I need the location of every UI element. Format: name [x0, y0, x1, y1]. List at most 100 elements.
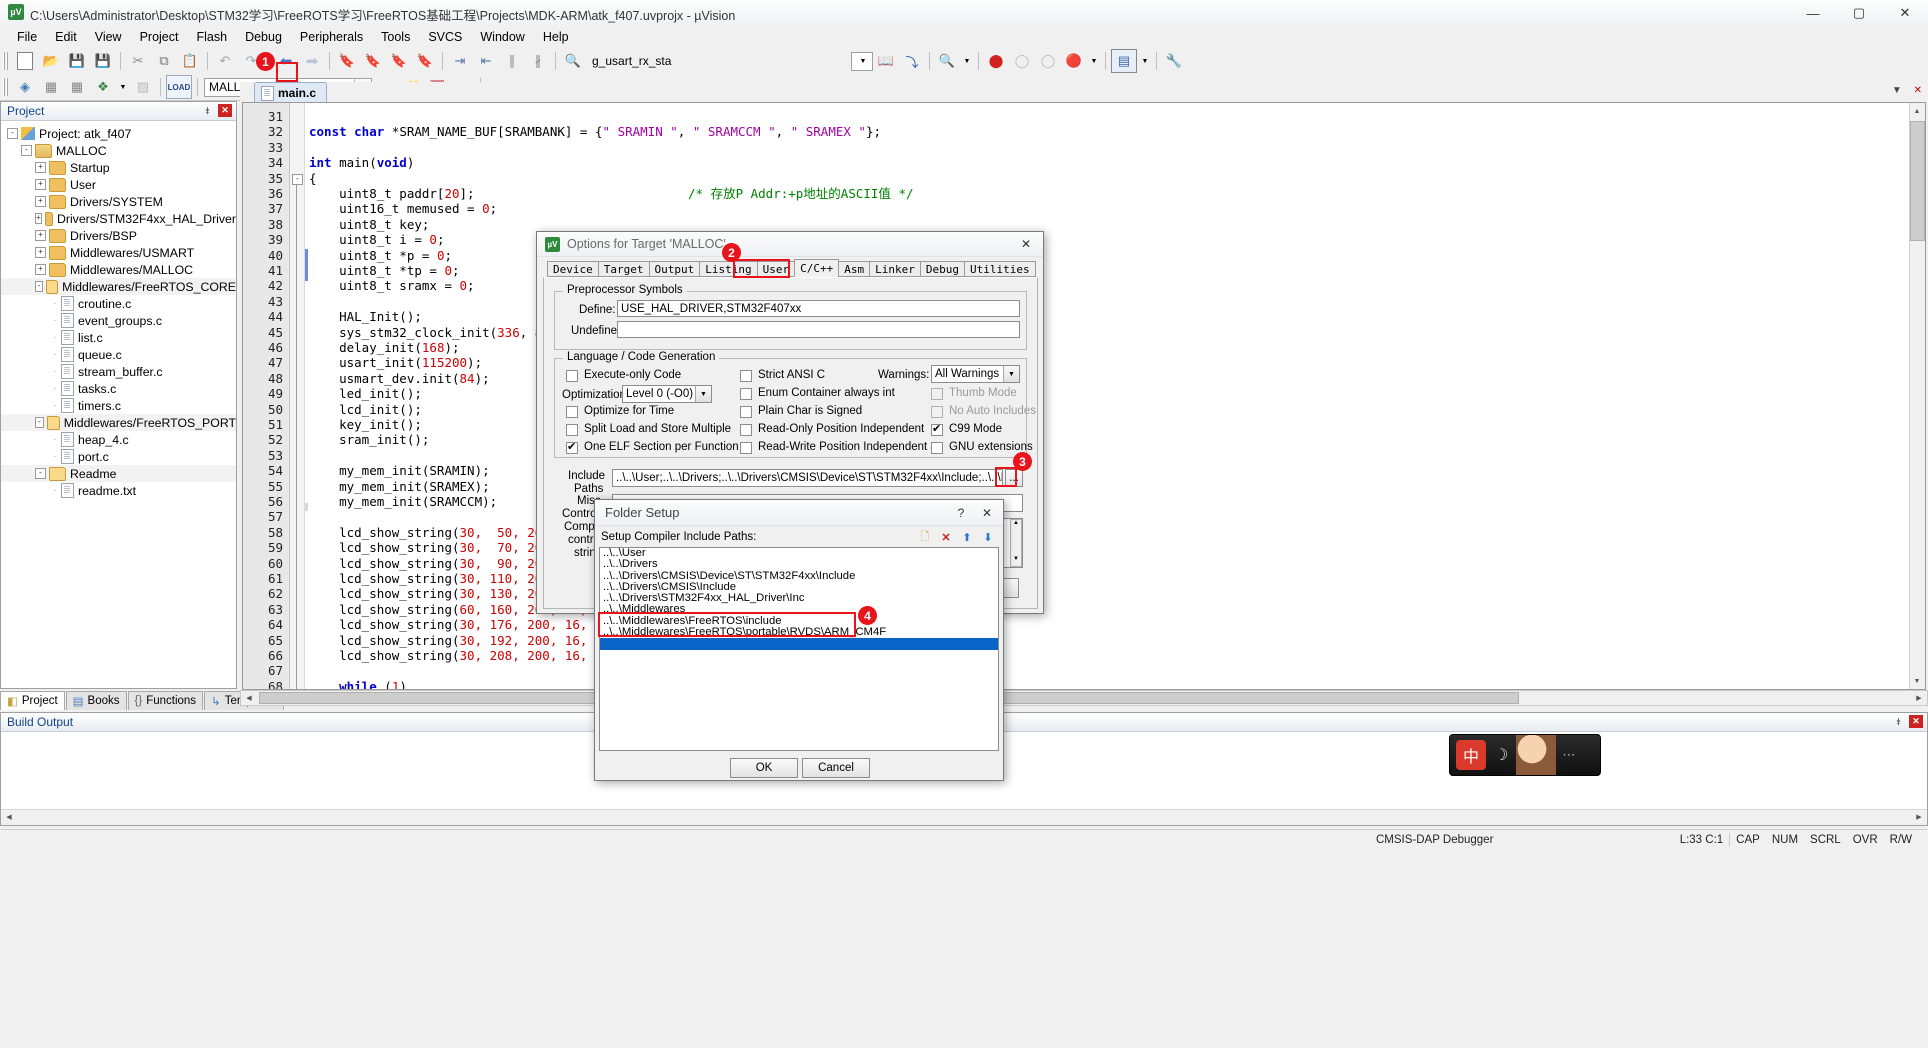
build-scroll-left-icon[interactable]: ◀	[2, 810, 16, 824]
code-line[interactable]: uint8_t *tp = 0;	[309, 263, 460, 278]
stop-build-icon[interactable]: ▨	[131, 76, 155, 98]
tree-item-queue-c[interactable]: ·queue.c	[1, 346, 236, 363]
tab-user[interactable]: User	[757, 261, 796, 277]
collapse-icon[interactable]: -	[35, 281, 43, 292]
scroll-right-icon[interactable]: ▶	[1912, 691, 1926, 705]
comment-icon[interactable]: ∥	[500, 50, 524, 72]
minimize-button[interactable]: —	[1790, 0, 1836, 26]
tab-books[interactable]: ▤ Books	[66, 691, 127, 710]
folder-setup-cancel-button[interactable]: Cancel	[802, 758, 870, 778]
code-line[interactable]: led_init();	[309, 386, 422, 401]
checkbox-thumb-mode[interactable]	[931, 388, 943, 400]
breakpoints-icon[interactable]: 🔴	[1062, 50, 1086, 72]
code-line[interactable]: uint8_t *p = 0;	[309, 248, 452, 263]
window-layout-dropdown-icon[interactable]: ▼	[1139, 50, 1151, 72]
expand-icon[interactable]: +	[35, 213, 42, 224]
checkbox-gnu-extensions[interactable]	[931, 442, 943, 454]
stop-record-icon[interactable]: ◯	[1010, 50, 1034, 72]
code-line[interactable]: const char *SRAM_NAME_BUF[SRAMBANK] = {"…	[309, 124, 881, 139]
menu-file[interactable]: File	[8, 27, 46, 47]
indent-icon[interactable]: ⇥	[448, 50, 472, 72]
code-line[interactable]: my_mem_init(SRAMIN);	[309, 463, 490, 478]
code-line[interactable]: uint8_t i = 0;	[309, 232, 444, 247]
find-in-files-icon[interactable]: 🔍	[561, 50, 585, 72]
code-line[interactable]: usart_init(115200);	[309, 355, 482, 370]
tab-output[interactable]: Output	[649, 261, 701, 277]
define-field[interactable]: USE_HAL_DRIVER,STM32F407xx	[617, 300, 1020, 317]
menu-tools[interactable]: Tools	[372, 27, 419, 47]
save-all-icon[interactable]: 💾	[91, 50, 115, 72]
code-line[interactable]: {	[309, 171, 317, 186]
tree-item-tasks-c[interactable]: ·tasks.c	[1, 380, 236, 397]
tree-item-middlewares-freertos-port[interactable]: -Middlewares/FreeRTOS_PORT	[1, 414, 236, 431]
bookmark-toggle-icon[interactable]: 🔖	[335, 50, 359, 72]
checkbox-execute-only-code[interactable]	[566, 370, 578, 382]
tree-item-middlewares-usmart[interactable]: +Middlewares/USMART	[1, 244, 236, 261]
checkbox-optimize-for-time[interactable]	[566, 406, 578, 418]
paste-icon[interactable]: 📋	[178, 50, 202, 72]
editor-vscroll-thumb[interactable]	[1910, 121, 1925, 241]
scope-combo[interactable]: ▼	[851, 52, 873, 71]
menu-flash[interactable]: Flash	[187, 27, 236, 47]
code-line[interactable]: key_init();	[309, 417, 422, 432]
build-output-hscrollbar[interactable]: ◀ ▶	[1, 809, 1927, 825]
bookmark-clear-icon[interactable]: 🔖	[413, 50, 437, 72]
outdent-icon[interactable]: ⇤	[474, 50, 498, 72]
tree-item-malloc[interactable]: -MALLOC	[1, 142, 236, 159]
step-icon[interactable]: ◯	[1036, 50, 1060, 72]
tree-item-timers-c[interactable]: ·timers.c	[1, 397, 236, 414]
expand-icon[interactable]: +	[35, 230, 46, 241]
build-toolbar-grip[interactable]	[3, 78, 9, 96]
moon-icon[interactable]: ☽	[1494, 745, 1508, 765]
cut-icon[interactable]: ✂	[126, 50, 150, 72]
menu-window[interactable]: Window	[471, 27, 533, 47]
tree-item-drivers-bsp[interactable]: +Drivers/BSP	[1, 227, 236, 244]
tab-c-cpp[interactable]: C/C++	[794, 259, 839, 277]
expand-icon[interactable]: +	[35, 196, 46, 207]
menu-svcs[interactable]: SVCS	[419, 27, 471, 47]
checkbox-enum-container[interactable]	[740, 388, 752, 400]
tab-device[interactable]: Device	[547, 261, 599, 277]
avatar[interactable]	[1516, 735, 1556, 775]
insert-icon[interactable]: ⤵	[900, 50, 924, 72]
batch-build-dropdown-icon[interactable]: ▼	[117, 76, 129, 98]
tree-item-drivers-stm32f4xx-hal-driver[interactable]: +Drivers/STM32F4xx_HAL_Driver	[1, 210, 236, 227]
undefine-field[interactable]	[617, 321, 1020, 338]
move-down-icon[interactable]: ⬇	[979, 528, 997, 546]
tree-item-croutine-c[interactable]: ·croutine.c	[1, 295, 236, 312]
menu-peripherals[interactable]: Peripherals	[291, 27, 372, 47]
tab-functions[interactable]: {} Functions	[128, 691, 204, 710]
compiler-scroll-down-icon[interactable]: ▼	[1011, 556, 1021, 566]
tree-item-middlewares-malloc[interactable]: +Middlewares/MALLOC	[1, 261, 236, 278]
rebuild-icon[interactable]: ▦	[65, 76, 89, 98]
build-output-close-icon[interactable]: ✕	[1909, 715, 1923, 728]
compiler-scroll-up-icon[interactable]: ▲	[1011, 520, 1021, 530]
folder-setup-ok-button[interactable]: OK	[730, 758, 798, 778]
expand-icon[interactable]: +	[35, 162, 46, 173]
options-dialog-close-button[interactable]: ✕	[1013, 235, 1039, 253]
optimization-select[interactable]: Level 0 (-O0) ▼	[622, 385, 712, 403]
menu-project[interactable]: Project	[131, 27, 188, 47]
warnings-select[interactable]: All Warnings ▼	[931, 365, 1020, 383]
breakpoints-dropdown-icon[interactable]: ▼	[1088, 50, 1100, 72]
code-line[interactable]: lcd_show_string(30, 192, 200, 16, 16,	[309, 633, 618, 648]
tree-item-drivers-system[interactable]: +Drivers/SYSTEM	[1, 193, 236, 210]
include-paths-field[interactable]: ..\..\User;..\..\Drivers;..\..\Drivers\C…	[612, 469, 1003, 487]
open-file-icon[interactable]: 📂	[39, 50, 63, 72]
tab-debug[interactable]: Debug	[920, 261, 965, 277]
include-paths-browse-button[interactable]: ...	[1005, 469, 1023, 487]
collapse-icon[interactable]: -	[35, 468, 46, 479]
tree-item-readme-txt[interactable]: ·readme.txt	[1, 482, 236, 499]
move-up-icon[interactable]: ⬆	[958, 528, 976, 546]
build-output-pin-icon[interactable]: ⯒	[1892, 715, 1905, 728]
menu-view[interactable]: View	[86, 27, 131, 47]
folder-setup-close-button[interactable]: ✕	[977, 504, 997, 521]
scroll-up-icon[interactable]: ▲	[1910, 104, 1924, 118]
code-line[interactable]: uint16_t memused = 0;	[309, 201, 497, 216]
expand-icon[interactable]: +	[35, 179, 46, 190]
tree-item-readme[interactable]: -Readme	[1, 465, 236, 482]
tab-project[interactable]: ◧ Project	[0, 691, 65, 710]
chevron-down-icon[interactable]: ▼	[1003, 366, 1019, 382]
tree-item-user[interactable]: +User	[1, 176, 236, 193]
toolbar-grip[interactable]	[3, 52, 9, 70]
